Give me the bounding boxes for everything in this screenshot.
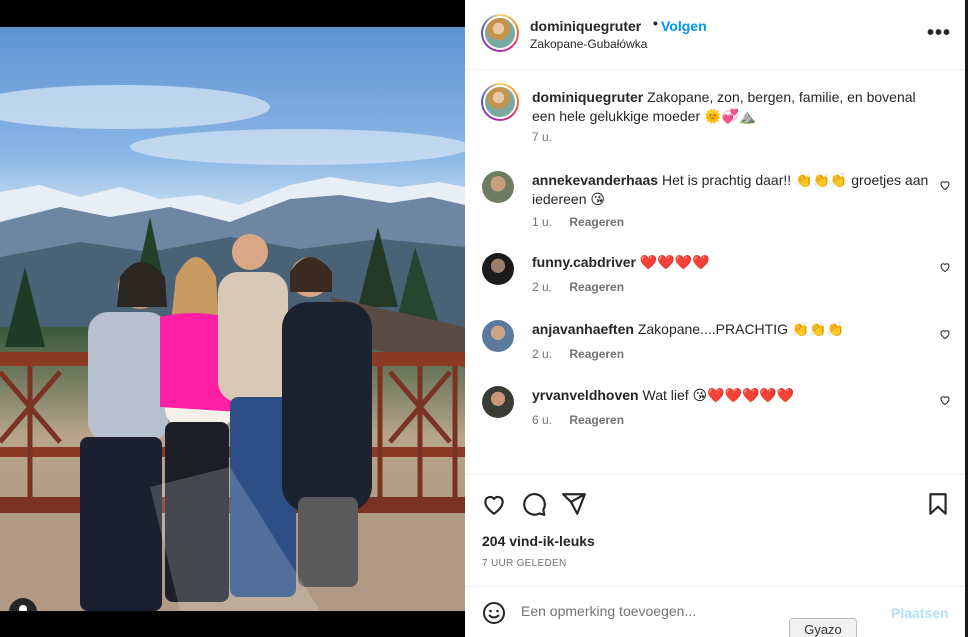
comment-item: funny.cabdriver ❤️❤️❤️❤️ 2 u. Reageren <box>465 253 965 319</box>
add-comment-bar: Plaatsen <box>465 586 965 637</box>
follow-button[interactable]: Volgen <box>661 18 707 34</box>
comment-body: funny.cabdriver ❤️❤️❤️❤️ <box>532 253 932 272</box>
commenter-avatar[interactable] <box>482 320 514 352</box>
comment-icon[interactable] <box>521 491 547 517</box>
share-icon[interactable] <box>561 491 587 517</box>
reply-button[interactable]: Reageren <box>569 413 624 427</box>
comment-meta: 6 u. Reageren <box>532 413 624 427</box>
photo-scene <box>0 85 465 611</box>
like-comment-heart-icon[interactable] <box>939 328 951 340</box>
commenter-avatar[interactable] <box>482 386 514 418</box>
comment-item: annekevanderhaas Het is prachtig daar!! … <box>465 171 965 237</box>
comment-username[interactable]: yrvanveldhoven <box>532 387 639 403</box>
comment-body: annekevanderhaas Het is prachtig daar!! … <box>532 171 932 209</box>
reply-button[interactable]: Reageren <box>569 215 624 229</box>
like-comment-heart-icon[interactable] <box>939 394 951 406</box>
comment-text: ❤️❤️❤️❤️ <box>639 254 710 270</box>
comment-time[interactable]: 2 u. <box>532 347 552 361</box>
comment-text: Wat lief 😘❤️❤️❤️❤️❤️ <box>642 387 795 403</box>
commenter-avatar[interactable] <box>482 171 514 203</box>
comment-username[interactable]: annekevanderhaas <box>532 172 658 188</box>
comment-time[interactable]: 6 u. <box>532 413 552 427</box>
post-panel: dominiquegruter • Volgen Zakopane-Gubałó… <box>465 0 965 637</box>
comment-username[interactable]: anjavanhaeften <box>532 321 634 337</box>
comment-body: anjavanhaeften Zakopane....PRACHTIG 👏👏👏 <box>532 320 932 339</box>
comment-username[interactable]: funny.cabdriver <box>532 254 636 270</box>
like-comment-heart-icon[interactable] <box>939 261 951 273</box>
comment-text: Zakopane....PRACHTIG 👏👏👏 <box>637 321 845 337</box>
post-comment-button[interactable]: Plaatsen <box>891 605 949 621</box>
bookmark-icon[interactable] <box>925 491 951 517</box>
emoji-icon[interactable] <box>482 601 506 625</box>
more-options-icon[interactable]: ••• <box>927 22 951 45</box>
tagged-user-icon[interactable] <box>9 598 37 611</box>
caption-username[interactable]: dominiquegruter <box>532 89 643 105</box>
caption-time[interactable]: 7 u. <box>532 130 552 144</box>
comment-item: anjavanhaeften Zakopane....PRACHTIG 👏👏👏 … <box>465 320 965 386</box>
comment-input[interactable] <box>521 603 881 619</box>
comment-meta: 1 u. Reageren <box>532 215 624 229</box>
post-photo[interactable] <box>0 27 465 611</box>
caption-avatar[interactable] <box>481 83 519 121</box>
author-avatar[interactable] <box>481 14 519 52</box>
post-header: dominiquegruter • Volgen Zakopane-Gubałó… <box>465 0 965 70</box>
post-timestamp[interactable]: 7 UUR GELEDEN <box>482 558 566 569</box>
separator-dot: • <box>653 15 658 31</box>
post-actions: 204 vind-ik-leuks 7 UUR GELEDEN <box>465 474 965 586</box>
commenter-avatar[interactable] <box>482 253 514 285</box>
likes-count[interactable]: 204 vind-ik-leuks <box>482 533 595 549</box>
comment-meta: 2 u. Reageren <box>532 347 624 361</box>
comment-item: yrvanveldhoven Wat lief 😘❤️❤️❤️❤️❤️ 6 u.… <box>465 386 965 452</box>
comment-body: yrvanveldhoven Wat lief 😘❤️❤️❤️❤️❤️ <box>532 386 932 405</box>
location-link[interactable]: Zakopane-Gubałówka <box>530 37 647 51</box>
comment-time[interactable]: 2 u. <box>532 280 552 294</box>
gyazo-overlay-button[interactable]: Gyazo <box>789 618 857 637</box>
heart-icon[interactable] <box>481 491 507 517</box>
comment-time[interactable]: 1 u. <box>532 215 552 229</box>
author-username[interactable]: dominiquegruter <box>530 18 641 34</box>
reply-button[interactable]: Reageren <box>569 280 624 294</box>
post-caption: dominiquegruter Zakopane, zon, bergen, f… <box>532 88 932 126</box>
comment-meta: 2 u. Reageren <box>532 280 624 294</box>
comments-list: dominiquegruter Zakopane, zon, bergen, f… <box>465 71 965 474</box>
reply-button[interactable]: Reageren <box>569 347 624 361</box>
like-comment-heart-icon[interactable] <box>939 179 951 191</box>
